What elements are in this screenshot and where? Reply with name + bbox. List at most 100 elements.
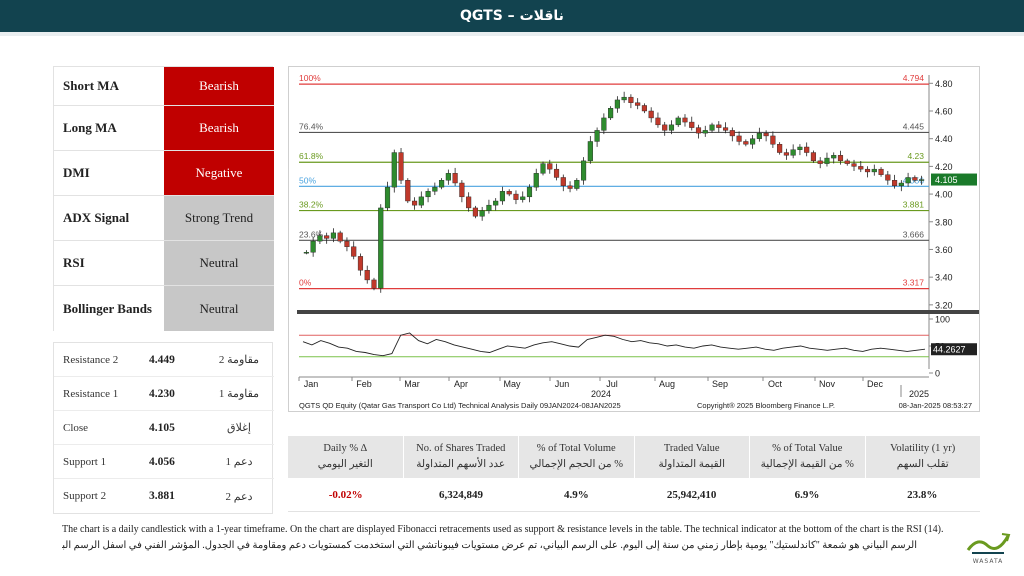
candle-body bbox=[391, 152, 397, 188]
candle-body bbox=[594, 130, 600, 142]
x-tick-label: Jun bbox=[555, 379, 570, 389]
stat-header: No. of Shares Traded عدد الأسهم المتداولة bbox=[404, 436, 519, 478]
level-row: Close 4.105 إغلاق bbox=[54, 411, 274, 445]
candle-body bbox=[344, 240, 350, 247]
header-divider bbox=[0, 32, 1024, 36]
level-row: Support 2 3.881 دعم 2 bbox=[54, 479, 274, 513]
candle-body bbox=[777, 144, 783, 153]
candle-body bbox=[614, 99, 620, 109]
candle-body bbox=[898, 182, 904, 186]
stat-header-ar: تقلب السهم bbox=[896, 459, 949, 470]
x-tick-label: Dec bbox=[867, 379, 884, 389]
price-tick-label: 4.80 bbox=[935, 79, 953, 89]
price-tick-label: 4.60 bbox=[935, 107, 953, 117]
x-tick-label: Aug bbox=[659, 379, 675, 389]
candle-body bbox=[628, 96, 634, 103]
level-row: Resistance 2 4.449 مقاومة 2 bbox=[54, 343, 274, 377]
candle-body bbox=[533, 173, 539, 188]
x-year-label: 2025 bbox=[909, 389, 929, 399]
candle-body bbox=[885, 174, 891, 181]
candle-body bbox=[689, 121, 695, 128]
level-label-en: Close bbox=[63, 421, 89, 434]
candle-body bbox=[547, 163, 553, 170]
signal-row: DMI Negative bbox=[54, 151, 274, 196]
candle-body bbox=[506, 191, 512, 195]
stat-daily-change: -0.02% bbox=[328, 488, 363, 501]
last-price-label: 4.105 bbox=[935, 175, 958, 185]
chart-title: QGTS QD Equity (Qatar Gas Transport Co L… bbox=[299, 401, 621, 410]
candle-body bbox=[520, 196, 526, 200]
signal-label: Bollinger Bands bbox=[54, 286, 164, 331]
candle-body bbox=[750, 138, 756, 145]
candle-body bbox=[736, 135, 742, 142]
candle-body bbox=[411, 200, 418, 206]
candle-body bbox=[919, 179, 925, 181]
fib-pct-label: 61.8% bbox=[299, 151, 324, 161]
rsi-line bbox=[302, 332, 926, 357]
fib-value-label: 4.794 bbox=[903, 73, 925, 83]
fib-pct-label: 76.4% bbox=[299, 121, 324, 131]
candle-body bbox=[513, 193, 519, 200]
price-tick-label: 3.60 bbox=[935, 245, 953, 255]
level-value: 4.449 bbox=[149, 353, 175, 366]
candle-body bbox=[871, 168, 877, 173]
candle-body bbox=[763, 132, 769, 137]
candle-body bbox=[655, 117, 661, 126]
price-tick-label: 4.40 bbox=[935, 134, 953, 144]
signal-row: Short MA Bearish bbox=[54, 67, 274, 106]
rsi-last-label: 44.2627 bbox=[933, 345, 966, 355]
candle-body bbox=[682, 117, 688, 123]
candle-body bbox=[790, 149, 796, 156]
stats-header: Daily % ∆ التغير اليومي No. of Shares Tra… bbox=[288, 436, 980, 478]
candle-body bbox=[337, 232, 343, 242]
candle-body bbox=[303, 252, 309, 254]
candle-body bbox=[330, 232, 336, 239]
x-tick-label: May bbox=[503, 379, 521, 389]
candle-body bbox=[804, 146, 810, 153]
candle-body bbox=[817, 160, 823, 164]
candle-body bbox=[425, 191, 431, 198]
price-tick-label: 3.20 bbox=[935, 300, 953, 310]
signal-label: RSI bbox=[54, 241, 164, 285]
candle-body bbox=[351, 246, 357, 257]
candle-body bbox=[378, 207, 384, 289]
stat-shares-traded: 6,324,849 bbox=[438, 488, 483, 501]
footnote-ar: الرسم البياني هو شمعة "كاندلستيك" يومية … bbox=[62, 540, 917, 551]
level-label-ar: إغلاق bbox=[227, 422, 251, 434]
candle-body bbox=[472, 207, 478, 217]
candle-body bbox=[384, 186, 391, 209]
stat-header-en: Traded Value bbox=[663, 443, 720, 454]
candle-body bbox=[418, 196, 424, 206]
stat-volatility: 23.8% bbox=[907, 488, 938, 501]
x-tick-label: Jan bbox=[304, 379, 319, 389]
x-tick-label: Nov bbox=[819, 379, 836, 389]
candle-body bbox=[493, 200, 499, 206]
fib-value-label: 4.23 bbox=[907, 151, 924, 161]
candle-body bbox=[432, 186, 438, 192]
fib-value-label: 3.666 bbox=[903, 229, 925, 239]
level-value: 4.105 bbox=[149, 421, 175, 434]
candle-body bbox=[858, 166, 864, 170]
candle-body bbox=[702, 130, 708, 134]
candle-body bbox=[574, 180, 580, 189]
candle-body bbox=[317, 235, 323, 242]
wasata-logo: WASATA bbox=[962, 528, 1014, 572]
signal-row: Long MA Bearish bbox=[54, 106, 274, 151]
candle-body bbox=[892, 180, 898, 186]
level-label-en: Resistance 2 bbox=[63, 353, 119, 366]
candle-body bbox=[479, 210, 485, 217]
stat-header-en: % of Total Value bbox=[772, 443, 843, 454]
signal-value: Bearish bbox=[164, 106, 274, 150]
fib-pct-label: 0% bbox=[299, 278, 312, 288]
level-label-ar: مقاومة 1 bbox=[218, 388, 260, 400]
panel-separator bbox=[297, 310, 979, 314]
candle-body bbox=[878, 168, 884, 175]
candle-body bbox=[445, 173, 451, 181]
candle-body bbox=[824, 157, 830, 164]
candle-body bbox=[452, 173, 458, 184]
page-title: QGTS – ناقلات bbox=[460, 8, 564, 24]
candle-body bbox=[668, 124, 675, 131]
candle-body bbox=[405, 180, 411, 202]
x-tick-label: Apr bbox=[454, 379, 468, 389]
chart-copyright: Copyright® 2025 Bloomberg Finance L.P. bbox=[697, 401, 835, 410]
